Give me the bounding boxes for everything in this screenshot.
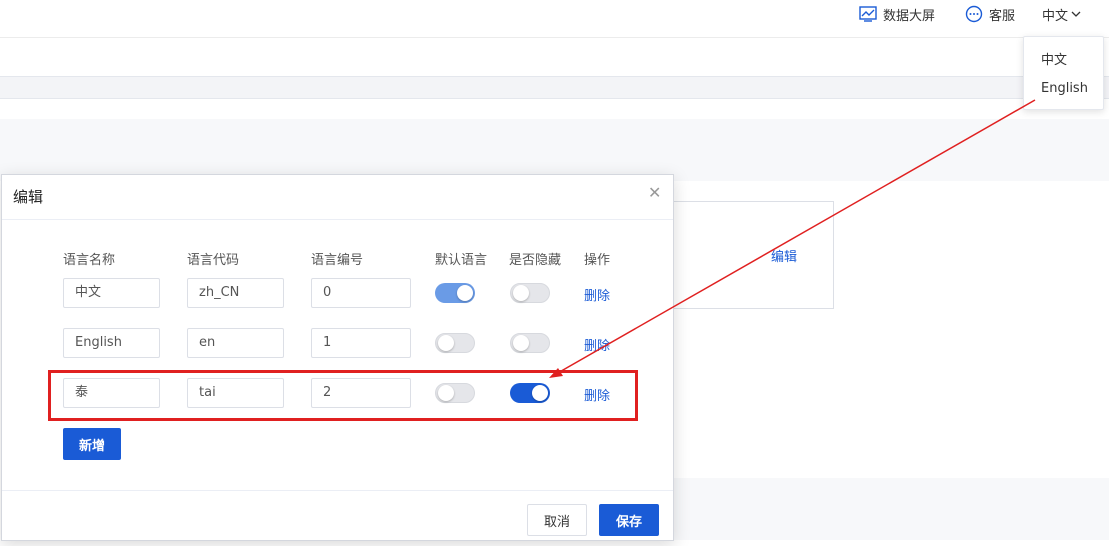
toggle-knob bbox=[438, 335, 454, 351]
edit-language-dialog: 编辑 ✕ 语言名称 语言代码 语言编号 默认语言 是否隐藏 操作 中文 zh_C… bbox=[1, 174, 674, 541]
filter-area bbox=[0, 119, 1109, 181]
dashboard-link[interactable]: 数据大屏 bbox=[859, 0, 935, 28]
toggle-knob bbox=[513, 335, 529, 351]
customer-service-link[interactable]: 客服 bbox=[965, 0, 1015, 28]
delete-link[interactable]: 删除 bbox=[584, 335, 610, 354]
toggle-knob bbox=[513, 285, 529, 301]
column-is-hidden: 是否隐藏 bbox=[509, 253, 562, 268]
annotation-highlight-box bbox=[48, 370, 638, 421]
language-label: 中文 bbox=[1042, 8, 1069, 24]
column-actions: 操作 bbox=[584, 253, 611, 268]
delete-link[interactable]: 删除 bbox=[584, 285, 610, 304]
language-number-input[interactable]: 1 bbox=[311, 328, 411, 358]
language-name-input[interactable]: English bbox=[63, 328, 160, 358]
toggle-knob bbox=[457, 285, 473, 301]
top-header: 数据大屏 客服 中文 bbox=[0, 0, 1109, 38]
background-edit-link[interactable]: 编辑 bbox=[771, 246, 797, 265]
chat-icon bbox=[965, 5, 983, 23]
column-language-number: 语言编号 bbox=[311, 253, 364, 268]
column-language-name: 语言名称 bbox=[63, 253, 116, 268]
default-language-toggle[interactable] bbox=[435, 283, 475, 303]
service-label: 客服 bbox=[989, 8, 1016, 24]
cancel-button[interactable]: 取消 bbox=[527, 504, 587, 536]
hidden-toggle[interactable] bbox=[510, 333, 550, 353]
save-button[interactable]: 保存 bbox=[599, 504, 659, 536]
dialog-title: 编辑 bbox=[13, 188, 44, 206]
language-number-input[interactable]: 0 bbox=[311, 278, 411, 308]
language-dropdown: 中文 English bbox=[1023, 36, 1104, 110]
column-default-language: 默认语言 bbox=[435, 253, 488, 268]
language-option-en[interactable]: English bbox=[1041, 81, 1088, 96]
column-language-code: 语言代码 bbox=[187, 253, 240, 268]
chart-screen-icon bbox=[859, 6, 877, 22]
tab-strip bbox=[0, 77, 1109, 99]
language-code-input[interactable]: en bbox=[187, 328, 284, 358]
default-language-toggle[interactable] bbox=[435, 333, 475, 353]
background-table bbox=[660, 201, 834, 309]
language-name-input[interactable]: 中文 bbox=[63, 278, 160, 308]
dialog-header: 编辑 ✕ bbox=[2, 175, 673, 220]
close-icon[interactable]: ✕ bbox=[648, 185, 662, 201]
language-code-input[interactable]: zh_CN bbox=[187, 278, 284, 308]
chevron-down-icon bbox=[1071, 11, 1081, 17]
language-option-zh[interactable]: 中文 bbox=[1041, 49, 1067, 68]
dashboard-label: 数据大屏 bbox=[883, 8, 936, 24]
dialog-footer-divider bbox=[2, 490, 673, 491]
hidden-toggle[interactable] bbox=[510, 283, 550, 303]
add-language-button[interactable]: 新增 bbox=[63, 428, 121, 460]
footer-area bbox=[673, 478, 1109, 540]
nav-bar bbox=[0, 38, 1109, 77]
language-switcher[interactable]: 中文 bbox=[1042, 0, 1082, 28]
